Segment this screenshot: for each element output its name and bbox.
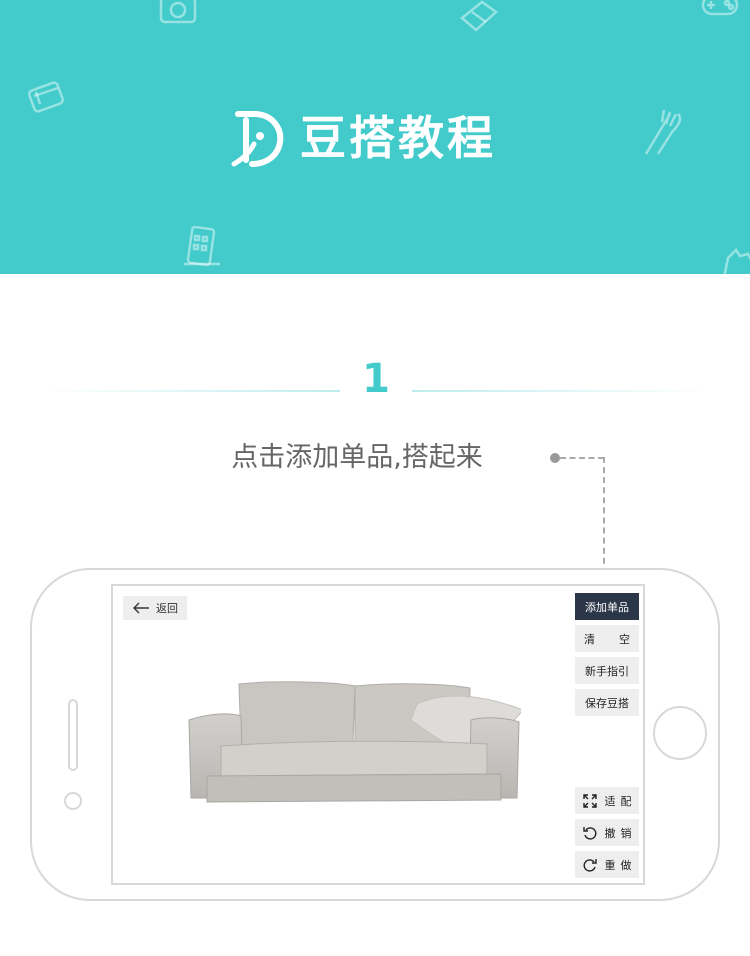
redo-label: 重做 [604, 858, 637, 872]
building-icon [184, 225, 220, 267]
undo-button[interactable]: 撤销 [575, 819, 639, 846]
add-item-label: 添加单品 [585, 600, 629, 614]
step-number: 1 [362, 356, 390, 402]
hand-icon [723, 248, 750, 274]
undo-label: 撤销 [604, 826, 637, 840]
fit-button[interactable]: 适配 [575, 787, 639, 814]
phone-screen: 返回 添加单品 清空 新手指引 保存豆搭 适配 撤销 重做 [111, 584, 645, 885]
doudou-logo-icon [231, 111, 284, 167]
clear-label: 清空 [584, 632, 630, 646]
gamepad-icon [701, 0, 739, 16]
header-banner: 豆搭教程 [0, 0, 750, 274]
camera-icon [159, 0, 197, 24]
clear-button[interactable]: 清空 [575, 625, 639, 652]
undo-icon [582, 826, 596, 840]
callout-dot [550, 453, 560, 463]
fit-label: 适配 [604, 794, 637, 808]
sofa-image[interactable] [187, 680, 521, 806]
save-label: 保存豆搭 [585, 696, 629, 710]
phone-speaker [68, 699, 78, 771]
save-button[interactable]: 保存豆搭 [575, 689, 639, 716]
ticket-icon [460, 0, 498, 32]
phone-home-button [653, 706, 707, 760]
guide-button[interactable]: 新手指引 [575, 657, 639, 684]
back-label: 返回 [156, 602, 178, 615]
divider-right [412, 390, 712, 392]
back-button[interactable]: 返回 [123, 596, 187, 620]
gift-icon [28, 81, 64, 113]
redo-button[interactable]: 重做 [575, 851, 639, 878]
banner-title: 豆搭教程 [300, 111, 496, 165]
arrow-left-icon [133, 602, 149, 614]
add-item-button[interactable]: 添加单品 [575, 593, 639, 620]
guide-label: 新手指引 [585, 664, 629, 678]
redo-icon [583, 858, 597, 872]
phone-camera [64, 792, 82, 810]
callout-line-horizontal [560, 457, 604, 459]
banner-logo: 豆搭教程 [230, 106, 496, 170]
utensils-icon [644, 109, 682, 155]
expand-icon [582, 793, 597, 808]
divider-left [40, 390, 340, 392]
step-description: 点击添加单品,搭起来 [231, 442, 483, 473]
